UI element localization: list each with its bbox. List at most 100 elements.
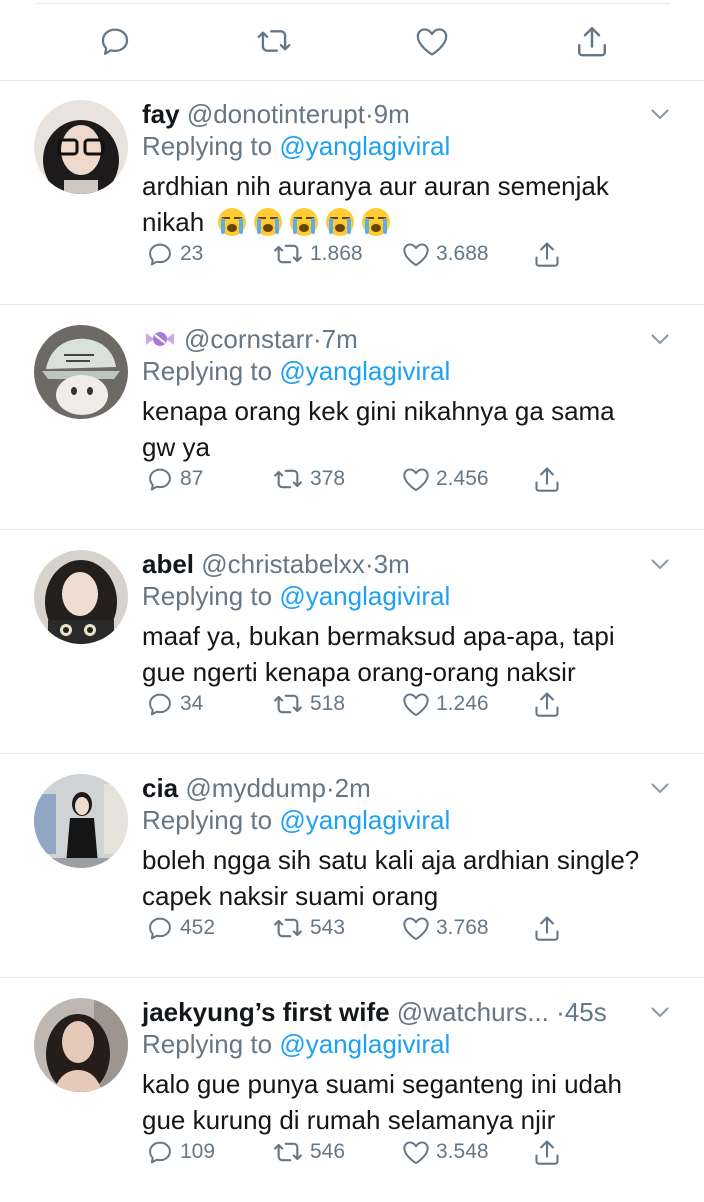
- separator-dot: ·: [364, 549, 374, 579]
- like-icon: [403, 693, 429, 717]
- separator-dot: ·: [365, 99, 374, 129]
- reply-button[interactable]: 87: [146, 461, 203, 497]
- like-button[interactable]: 3.768: [402, 910, 489, 946]
- retweet-count: 378: [310, 467, 346, 490]
- tweet-actions: 87 378 2.456: [142, 461, 682, 497]
- display-name[interactable]: abel: [142, 549, 194, 579]
- reply-button[interactable]: [97, 23, 133, 59]
- reply-icon: [149, 243, 171, 266]
- share-icon: [535, 467, 559, 492]
- parent-tweet-actions: [0, 0, 704, 80]
- reply-icon: [101, 28, 129, 55]
- timestamp[interactable]: 45s: [565, 997, 607, 1027]
- retweet-button[interactable]: 518: [272, 686, 345, 722]
- user-handle[interactable]: @christabelxx: [201, 549, 365, 579]
- tweet-text: ardhian nih auranya aur auran semenjak n…: [142, 168, 672, 240]
- timestamp[interactable]: 2m: [335, 773, 371, 803]
- mention-link[interactable]: @yanglagiviral: [279, 1029, 450, 1059]
- retweet-button[interactable]: 378: [272, 461, 345, 497]
- reply-tweet[interactable]: cia @myddump·2m Replying to @yanglagivir…: [0, 754, 704, 978]
- mention-link[interactable]: @yanglagiviral: [279, 581, 450, 611]
- mention-link[interactable]: @yanglagiviral: [279, 805, 450, 835]
- loudly-crying-face-emojis: [217, 204, 397, 240]
- tweet-header: @cornstarr·7m: [142, 323, 358, 358]
- more-options-button[interactable]: [648, 1002, 672, 1022]
- timestamp[interactable]: 9m: [374, 99, 410, 129]
- reply-tweet[interactable]: @cornstarr·7m Replying to @yanglagiviral…: [0, 305, 704, 529]
- reply-button[interactable]: 23: [146, 236, 203, 272]
- reply-tweet[interactable]: jaekyung’s first wife @watchurs... ·45s …: [0, 978, 704, 1202]
- reply-icon: [149, 468, 171, 491]
- retweet-button[interactable]: 546: [272, 1134, 345, 1170]
- reply-button[interactable]: 34: [146, 686, 203, 722]
- like-icon: [416, 28, 448, 56]
- display-name[interactable]: fay: [142, 99, 180, 129]
- like-button[interactable]: 2.456: [402, 461, 489, 497]
- share-button[interactable]: [534, 461, 560, 497]
- tweet-text-line: nikah: [142, 204, 672, 240]
- user-handle[interactable]: @watchurs...: [397, 997, 549, 1027]
- candy-icon: [142, 326, 178, 358]
- like-icon: [403, 917, 429, 941]
- share-button[interactable]: [574, 23, 610, 59]
- loudly-crying-face-icon: [326, 208, 355, 236]
- user-handle[interactable]: @donotinterupt: [187, 99, 365, 129]
- loudly-crying-face-icon: [254, 208, 283, 236]
- retweet-count: 546: [310, 1140, 346, 1163]
- reply-tweet[interactable]: fay @donotinterupt·9m Replying to @yangl…: [0, 80, 704, 304]
- tweet-text: kalo gue punya suami seganteng ini udah …: [142, 1066, 672, 1138]
- reply-count: 109: [180, 1140, 216, 1163]
- avatar[interactable]: [34, 550, 128, 644]
- reply-count: 87: [180, 467, 204, 490]
- like-button[interactable]: [414, 23, 450, 59]
- tweet-actions: 452 543 3.768: [142, 910, 682, 946]
- like-count: 1.246: [436, 692, 489, 715]
- chevron-down-icon: [651, 334, 669, 345]
- retweet-count: 1.868: [310, 242, 363, 265]
- like-button[interactable]: 1.246: [402, 686, 489, 722]
- user-handle[interactable]: @cornstarr: [184, 324, 313, 354]
- like-count: 2.456: [436, 467, 489, 490]
- tweet-header: abel @christabelxx·3m: [142, 548, 410, 580]
- tweet-header: jaekyung’s first wife @watchurs... ·45s: [142, 996, 607, 1028]
- retweet-icon: [257, 30, 291, 52]
- separator-dot: ·: [556, 997, 565, 1027]
- tweet-text: boleh ngga sih satu kali aja ardhian sin…: [142, 842, 672, 914]
- tweet-text-line: capek naksir suami orang: [142, 881, 439, 911]
- share-button[interactable]: [534, 910, 560, 946]
- replying-to: Replying to @yanglagiviral: [142, 804, 450, 836]
- tweet-text-line: maaf ya, bukan bermaksud apa-apa, tapi: [142, 621, 615, 651]
- reply-tweet[interactable]: abel @christabelxx·3m Replying to @yangl…: [0, 530, 704, 754]
- retweet-button[interactable]: 1.868: [272, 236, 363, 272]
- share-button[interactable]: [534, 1134, 560, 1170]
- retweet-icon: [274, 469, 302, 489]
- avatar[interactable]: [34, 100, 128, 194]
- more-options-button[interactable]: [648, 778, 672, 798]
- reply-button[interactable]: 109: [146, 1134, 215, 1170]
- avatar[interactable]: [34, 998, 128, 1092]
- retweet-count: 518: [310, 692, 346, 715]
- display-name[interactable]: cia: [142, 773, 178, 803]
- share-button[interactable]: [534, 236, 560, 272]
- user-handle[interactable]: @myddump: [185, 773, 326, 803]
- mention-link[interactable]: @yanglagiviral: [279, 356, 450, 386]
- like-button[interactable]: 3.688: [402, 236, 489, 272]
- retweet-icon: [274, 244, 302, 264]
- replying-to: Replying to @yanglagiviral: [142, 1028, 450, 1060]
- avatar[interactable]: [34, 774, 128, 868]
- tweet-text-line: gw ya: [142, 432, 210, 462]
- reply-button[interactable]: 452: [146, 910, 215, 946]
- replying-to: Replying to @yanglagiviral: [142, 130, 450, 162]
- like-button[interactable]: 3.548: [402, 1134, 489, 1170]
- more-options-button[interactable]: [648, 554, 672, 574]
- avatar[interactable]: [34, 325, 128, 419]
- retweet-button[interactable]: [256, 23, 292, 59]
- more-options-button[interactable]: [648, 329, 672, 349]
- mention-link[interactable]: @yanglagiviral: [279, 131, 450, 161]
- retweet-button[interactable]: 543: [272, 910, 345, 946]
- timestamp[interactable]: 3m: [374, 549, 410, 579]
- timestamp[interactable]: 7m: [322, 324, 358, 354]
- more-options-button[interactable]: [648, 104, 672, 124]
- display-name[interactable]: jaekyung’s first wife: [142, 997, 390, 1027]
- share-button[interactable]: [534, 686, 560, 722]
